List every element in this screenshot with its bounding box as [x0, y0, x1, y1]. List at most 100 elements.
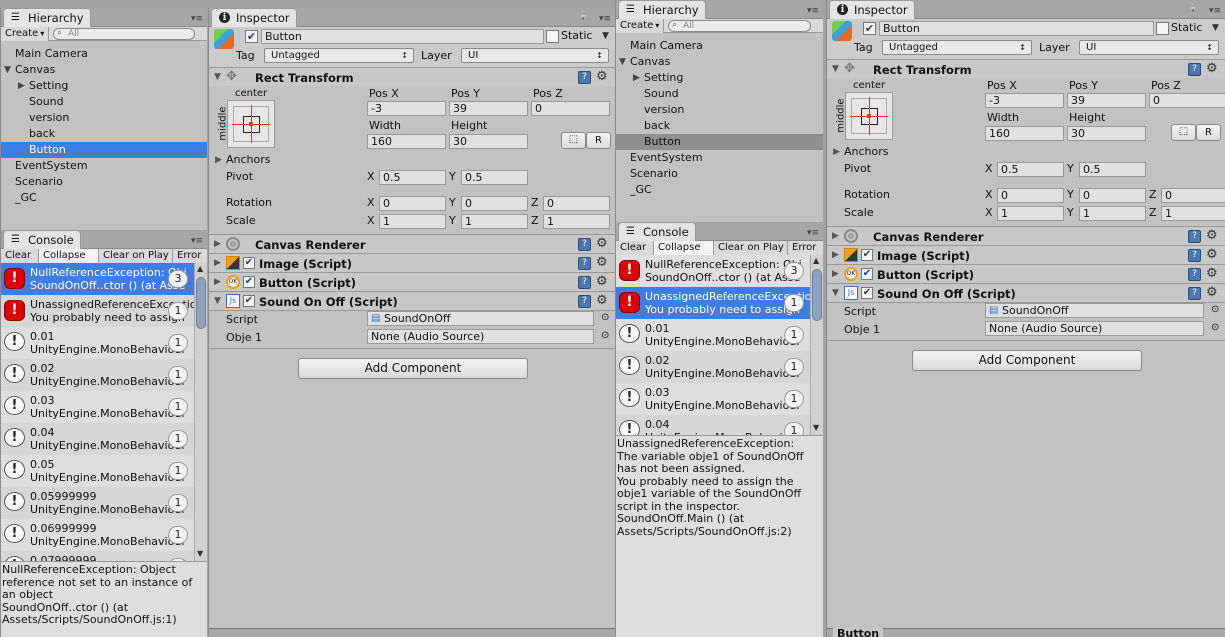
help-icon[interactable]: ? — [1188, 63, 1201, 76]
pos-z-input[interactable]: 0 — [531, 101, 610, 116]
raw-edit-button[interactable]: R — [586, 132, 611, 149]
component-header[interactable]: ▶ Canvas Renderer? ⚙ — [209, 234, 615, 253]
script-field[interactable]: SoundOnOff ▤ — [985, 303, 1204, 318]
console-entry[interactable]: ! 0.01 UnityEngine.MonoBehaviour 1 — [616, 319, 810, 351]
console-collapse-button[interactable]: Collapse — [654, 241, 714, 255]
component-header[interactable]: ▼ Js ✔ Sound On Off (Script)? ⚙ — [209, 291, 615, 310]
hierarchy-item[interactable]: back — [1, 126, 207, 142]
height-input[interactable]: 30 — [1067, 126, 1146, 141]
hierarchy-search-input[interactable]: All ⌕ — [668, 20, 811, 32]
component-header[interactable]: ▶ OK ✔ Button (Script)? ⚙ — [827, 264, 1225, 283]
pivot-x-input[interactable]: 0.5 — [997, 162, 1064, 177]
gear-icon[interactable]: ⚙ — [1206, 61, 1218, 76]
hierarchy-item[interactable]: Main Camera — [1, 46, 207, 62]
active-checkbox[interactable]: ✔ — [863, 22, 876, 35]
rotation-z-input[interactable]: 0 — [1161, 188, 1225, 203]
component-header[interactable]: ▼ Js ✔ Sound On Off (Script)? ⚙ — [827, 283, 1225, 302]
hierarchy-item[interactable]: _GC — [616, 182, 823, 198]
create-button[interactable]: Create ▾ — [1, 27, 50, 41]
hierarchy-item[interactable]: Button — [616, 134, 823, 150]
console-entry[interactable]: ! NullReferenceException: Obj SoundOnOff..… — [616, 255, 810, 287]
tag-dropdown[interactable]: Untagged — [882, 40, 1032, 55]
console-entry[interactable]: ! 0.03 UnityEngine.MonoBehaviour 1 — [1, 391, 194, 423]
tab-hierarchy[interactable]: ☰ Hierarchy — [3, 8, 91, 27]
console-scrollbar[interactable]: ▲ ▼ — [194, 263, 207, 561]
console-entry[interactable]: ! 0.02 UnityEngine.MonoBehaviour 1 — [1, 359, 194, 391]
hierarchy-item[interactable]: ▼ Canvas — [1, 62, 207, 78]
component-enabled-checkbox[interactable]: ✔ — [861, 249, 873, 261]
gear-icon[interactable]: ⚙ — [596, 255, 608, 270]
component-header[interactable]: ▶ OK ✔ Button (Script)? ⚙ — [209, 272, 615, 291]
panel-menu-icon[interactable]: ▾≡ — [807, 6, 819, 16]
scale-x-input[interactable]: 1 — [997, 206, 1064, 221]
gear-icon[interactable]: ⚙ — [596, 293, 608, 308]
tag-dropdown[interactable]: Untagged — [264, 48, 414, 63]
hierarchy-item[interactable]: back — [616, 118, 823, 134]
help-icon[interactable]: ? — [578, 276, 591, 289]
console-entry[interactable]: ! NullReferenceException: Obj SoundOnOff..… — [1, 263, 194, 295]
scale-z-input[interactable]: 1 — [543, 214, 610, 229]
add-component-button[interactable]: Add Component — [912, 350, 1142, 371]
console-clear-button[interactable]: Clear — [616, 241, 654, 255]
pivot-x-input[interactable]: 0.5 — [379, 170, 446, 185]
help-icon[interactable]: ? — [1188, 230, 1201, 243]
gear-icon[interactable]: ⚙ — [596, 69, 608, 84]
panel-menu-icon[interactable]: ▾≡ — [807, 228, 819, 238]
hierarchy-item[interactable]: Sound — [616, 86, 823, 102]
console-entry[interactable]: ! 0.04UnityEngine.MonoBehaviour1 — [1, 423, 194, 455]
rotation-y-input[interactable]: 0 — [1079, 188, 1146, 203]
console-error-button[interactable]: Error — [788, 241, 823, 255]
hierarchy-item[interactable]: Main Camera — [616, 38, 823, 54]
blueprint-mode-button[interactable]: ⬚ — [561, 132, 586, 149]
gear-icon[interactable]: ⚙ — [1206, 285, 1218, 300]
help-icon[interactable]: ? — [578, 71, 591, 84]
scale-x-input[interactable]: 1 — [379, 214, 446, 229]
component-enabled-checkbox[interactable]: ✔ — [861, 287, 873, 299]
console-clear-on-play-button[interactable]: Clear on Play — [99, 249, 173, 263]
hierarchy-search-input[interactable]: All ⌕ — [53, 28, 195, 40]
pivot-y-input[interactable]: 0.5 — [1079, 162, 1146, 177]
anchor-presets-button[interactable] — [227, 100, 275, 148]
hierarchy-item[interactable]: version — [616, 102, 823, 118]
console-clear-on-play-button[interactable]: Clear on Play — [714, 241, 788, 255]
script-field[interactable]: SoundOnOff ▤ — [367, 311, 594, 326]
help-icon[interactable]: ? — [578, 238, 591, 251]
component-header[interactable]: ▼ ✥ Rect Transform? ⚙ — [209, 67, 615, 86]
panel-menu-icon[interactable]: ▾≡ — [191, 14, 203, 24]
active-checkbox[interactable]: ✔ — [245, 30, 258, 43]
component-header[interactable]: ▼ ✥ Rect Transform? ⚙ — [827, 59, 1225, 78]
tab-console[interactable]: ☰ Console — [618, 222, 696, 241]
help-icon[interactable]: ? — [578, 257, 591, 270]
hierarchy-item[interactable]: EventSystem — [1, 158, 207, 174]
hierarchy-item[interactable]: Sound — [1, 94, 207, 110]
gear-icon[interactable]: ⚙ — [1206, 228, 1218, 243]
add-component-button[interactable]: Add Component — [298, 358, 528, 379]
console-entry[interactable]: ! 0.06999999 UnityEngine.MonoBehaviour 1 — [1, 519, 194, 551]
hierarchy-item[interactable]: version — [1, 110, 207, 126]
component-enabled-checkbox[interactable]: ✔ — [861, 268, 873, 280]
tab-inspector[interactable]: ℹ Inspector — [211, 8, 297, 27]
component-enabled-checkbox[interactable]: ✔ — [243, 295, 255, 307]
scale-y-input[interactable]: 1 — [461, 214, 528, 229]
console-entry[interactable]: ! 0.01 UnityEngine.MonoBehaviour 1 — [1, 327, 194, 359]
help-icon[interactable]: ? — [1188, 287, 1201, 300]
hierarchy-item[interactable]: Button — [1, 142, 207, 158]
rotation-z-input[interactable]: 0 — [543, 196, 610, 211]
console-scrollbar[interactable]: ▲ ▼ — [810, 255, 823, 435]
console-entry[interactable]: ! 0.05999999 UnityEngine.MonoBehaviour 1 — [1, 487, 194, 519]
width-input[interactable]: 160 — [985, 126, 1064, 141]
hierarchy-item[interactable]: Scenario — [1, 174, 207, 190]
pos-y-input[interactable]: 39 — [1067, 93, 1146, 108]
object-name-input[interactable]: Button — [261, 29, 544, 44]
tab-hierarchy[interactable]: ☰ Hierarchy — [618, 0, 706, 19]
scale-y-input[interactable]: 1 — [1079, 206, 1146, 221]
console-entry[interactable]: ! UnassignedReferenceException You probabl… — [1, 295, 194, 327]
pos-x-input[interactable]: -3 — [985, 93, 1064, 108]
static-checkbox[interactable] — [546, 30, 559, 43]
component-header[interactable]: ▶ Canvas Renderer? ⚙ — [827, 226, 1225, 245]
width-input[interactable]: 160 — [367, 134, 446, 149]
scrollbar-thumb[interactable] — [812, 269, 822, 321]
hierarchy-item[interactable]: ▶ Setting — [1, 78, 207, 94]
static-checkbox[interactable] — [1156, 22, 1169, 35]
console-entry[interactable]: ! 0.02 UnityEngine.MonoBehaviour 1 — [616, 351, 810, 383]
